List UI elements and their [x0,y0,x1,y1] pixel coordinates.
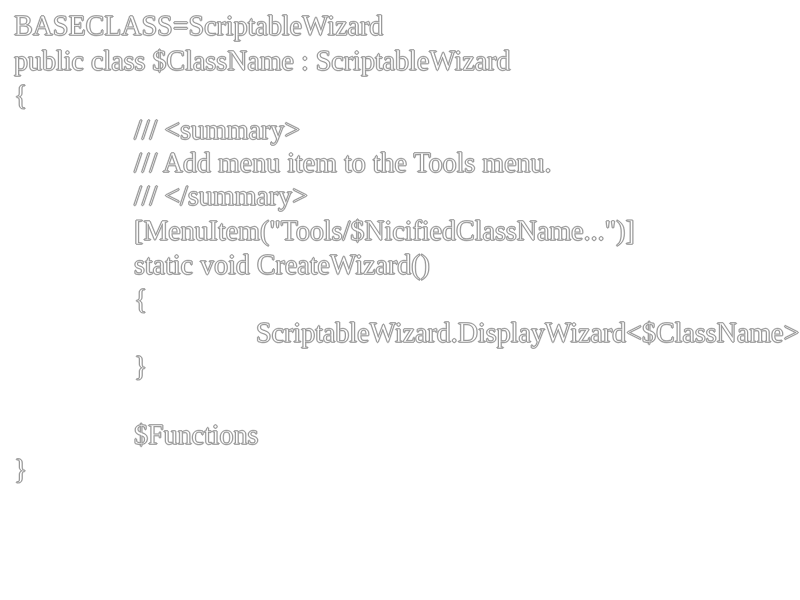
summary-close-comment: /// </summary> [134,181,309,213]
functions-placeholder: $Functions [134,420,259,452]
method-close-brace: } [134,352,148,384]
method-open-brace: { [134,285,148,317]
header-comment: BASECLASS=ScriptableWizard [14,11,384,43]
summary-text-comment: /// Add menu item to the Tools menu. [134,148,552,180]
method-body: ScriptableWizard.DisplayWizard<$ClassNam… [256,318,800,350]
summary-open-comment: /// <summary> [134,115,301,147]
class-close-brace: } [14,455,28,487]
class-open-brace: { [14,81,28,113]
code-template-document: BASECLASS=ScriptableWizard public class … [0,0,800,600]
menu-item-attribute: [MenuItem("Tools/$NicifiedClassName...")… [134,216,635,248]
method-signature: static void CreateWizard() [134,250,430,282]
class-declaration: public class $ClassName : ScriptableWiza… [14,46,511,78]
